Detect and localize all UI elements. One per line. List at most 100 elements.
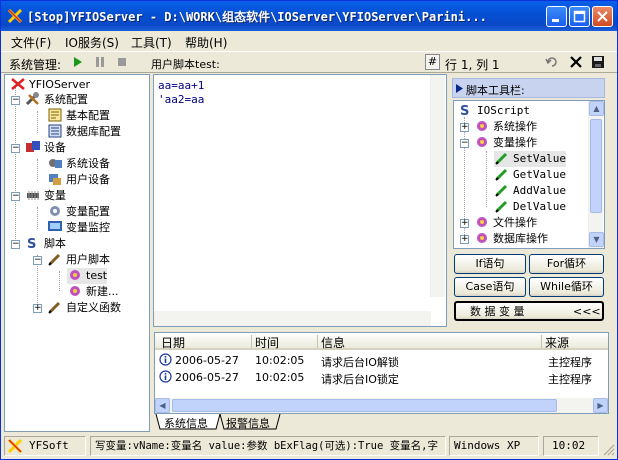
expander-sys-op[interactable]: + (460, 123, 469, 132)
cursor-position: 行 1, 列 1 (445, 58, 500, 72)
close-icon (597, 11, 608, 22)
ball-icon (477, 137, 487, 147)
maximize-icon (573, 10, 586, 23)
if-statement-button[interactable]: If语句 (454, 254, 526, 274)
status-os: Windows XP (449, 436, 539, 456)
script-item-getvalue[interactable]: GetValue (494, 167, 566, 183)
tree-item-variable[interactable]: 变量 (25, 188, 66, 204)
script-item-delvalue[interactable]: DelValue (494, 199, 566, 215)
main-window: [Stop]YFIOServer - D:\WORK\组态软件\IOServer… (0, 0, 618, 460)
col-time[interactable]: 时间 (255, 334, 279, 351)
tree-item-user-script[interactable]: 用户脚本 (47, 252, 110, 268)
script-item-var-op[interactable]: 变量操作 (474, 135, 537, 151)
title-bar[interactable]: [Stop]YFIOServer - D:\WORK\组态软件\IOServer… (1, 1, 617, 31)
settings-icon (50, 206, 60, 216)
menu-help[interactable]: 帮助(H) (185, 34, 227, 51)
ball-icon (477, 233, 487, 243)
tree-item-sys-device[interactable]: 系统设备 (47, 156, 110, 172)
script-tree-scrollbar[interactable]: ▲ ▼ (588, 101, 604, 248)
script-title-label: 用户脚本test: (151, 58, 220, 71)
minimize-button[interactable] (546, 6, 567, 27)
expander-system-config[interactable]: − (11, 96, 20, 105)
device-icon (26, 141, 40, 152)
expander-db-op[interactable]: + (460, 235, 469, 244)
case-statement-button[interactable]: Case语句 (454, 277, 526, 297)
info-icon (159, 370, 172, 383)
app-icon (7, 8, 23, 24)
col-source[interactable]: 来源 (545, 334, 569, 351)
status-bar: YFSoft 写变量:vName:变量名 value:参数 bExFlag(可选… (1, 434, 617, 459)
tree-item-system-config[interactable]: 系统配置 (25, 92, 88, 108)
tree-item-user-device[interactable]: 用户设备 (47, 172, 110, 188)
play-icon[interactable] (73, 57, 83, 67)
tree-item-device[interactable]: 设备 (25, 140, 66, 156)
tree-item-var-monitor[interactable]: 变量监控 (47, 220, 110, 236)
close-button[interactable] (592, 6, 613, 27)
menu-bar: 文件(F) IO服务(S) 工具(T) 帮助(H) (1, 31, 617, 51)
maximize-button[interactable] (569, 6, 590, 27)
tree-root[interactable]: YFIOServer (10, 77, 90, 93)
editor-vscrollbar[interactable] (430, 75, 445, 297)
expander-file-op[interactable]: + (460, 219, 469, 228)
toolbar: 系统管理: 用户脚本test: # 行 1, 列 1 (1, 51, 617, 73)
tab-system-info[interactable]: 系统信息 (164, 415, 208, 431)
log-row[interactable]: 2006-05-27 10:02:05 请求后台IO解锁 主控程序 (155, 352, 608, 369)
new-script-icon (70, 286, 80, 296)
menu-file[interactable]: 文件(F) (11, 34, 51, 51)
menu-tools[interactable]: 工具(T) (131, 34, 172, 51)
save-icon[interactable] (591, 55, 605, 69)
expander-device[interactable]: − (11, 144, 20, 153)
while-loop-button[interactable]: While循环 (529, 277, 604, 297)
gear-device-icon (49, 159, 62, 168)
expander-var-op[interactable]: − (460, 139, 469, 148)
scroll-thumb[interactable] (590, 119, 602, 213)
col-info[interactable]: 信息 (321, 334, 345, 351)
function-icon (495, 200, 508, 213)
undo-icon[interactable] (545, 55, 559, 69)
log-row[interactable]: 2006-05-27 10:02:05 请求后台IO锁定 主控程序 (155, 369, 608, 386)
delete-icon[interactable] (569, 55, 583, 69)
expander-user-script[interactable]: − (33, 256, 42, 265)
tree-item-db-config[interactable]: 数据库配置 (47, 124, 121, 140)
expander-custom-func[interactable]: + (33, 304, 42, 313)
col-date[interactable]: 日期 (161, 334, 185, 351)
tree-item-basic-config[interactable]: 基本配置 (47, 108, 110, 124)
scroll-up-icon[interactable]: ▲ (589, 101, 604, 116)
yfsoft-logo-icon (8, 439, 22, 453)
expander-script[interactable]: − (11, 240, 20, 249)
script-tree-root[interactable]: S IOScript (458, 103, 530, 119)
status-message: 写变量:vName:变量名 value:参数 bExFlag(可选):True … (90, 436, 446, 456)
script-item-db-op[interactable]: 数据库操作 (474, 231, 548, 247)
editor-hscrollbar[interactable] (154, 311, 431, 326)
function-icon (48, 301, 61, 314)
script-item-setvalue[interactable]: SetValue (494, 151, 566, 167)
for-loop-button[interactable]: For循环 (529, 254, 604, 274)
scroll-right-icon[interactable]: ▶ (593, 398, 608, 413)
tree-item-new[interactable]: 新建... (67, 284, 119, 300)
tab-alarm-info[interactable]: 报警信息 (226, 415, 270, 431)
stop-icon[interactable] (117, 57, 127, 67)
log-header: 日期 时间 信息 来源 (155, 333, 608, 350)
minimize-icon (552, 19, 559, 22)
scroll-left-icon[interactable]: ◀ (155, 398, 170, 413)
resize-grip-icon[interactable] (603, 444, 615, 456)
hash-button[interactable]: # (425, 54, 440, 70)
tree-item-custom-func[interactable]: 自定义函数 (47, 300, 121, 316)
script-editor[interactable]: aa=aa+1 'aa2=aa (153, 74, 447, 327)
tree-item-var-config[interactable]: 变量配置 (47, 204, 110, 220)
script-item-sys-op[interactable]: 系统操作 (474, 119, 537, 135)
expander-variable[interactable]: − (11, 192, 20, 201)
script-item-addvalue[interactable]: AddValue (494, 183, 566, 199)
ball-icon (477, 217, 487, 227)
log-scroll-thumb[interactable] (172, 399, 557, 412)
menu-ioservice[interactable]: IO服务(S) (65, 34, 119, 51)
scroll-down-icon[interactable]: ▼ (589, 232, 604, 247)
script-item-file-op[interactable]: 文件操作 (474, 215, 537, 231)
data-variable-button[interactable]: 数 据 变 量 <<< (454, 301, 604, 321)
tree-item-test[interactable]: test (67, 268, 108, 284)
tree-item-script[interactable]: S 脚本 (25, 236, 66, 252)
script-icon: S (27, 237, 36, 250)
pause-icon[interactable] (95, 57, 105, 67)
function-icon (495, 152, 508, 165)
log-hscrollbar[interactable]: ◀ ▶ (155, 398, 608, 413)
